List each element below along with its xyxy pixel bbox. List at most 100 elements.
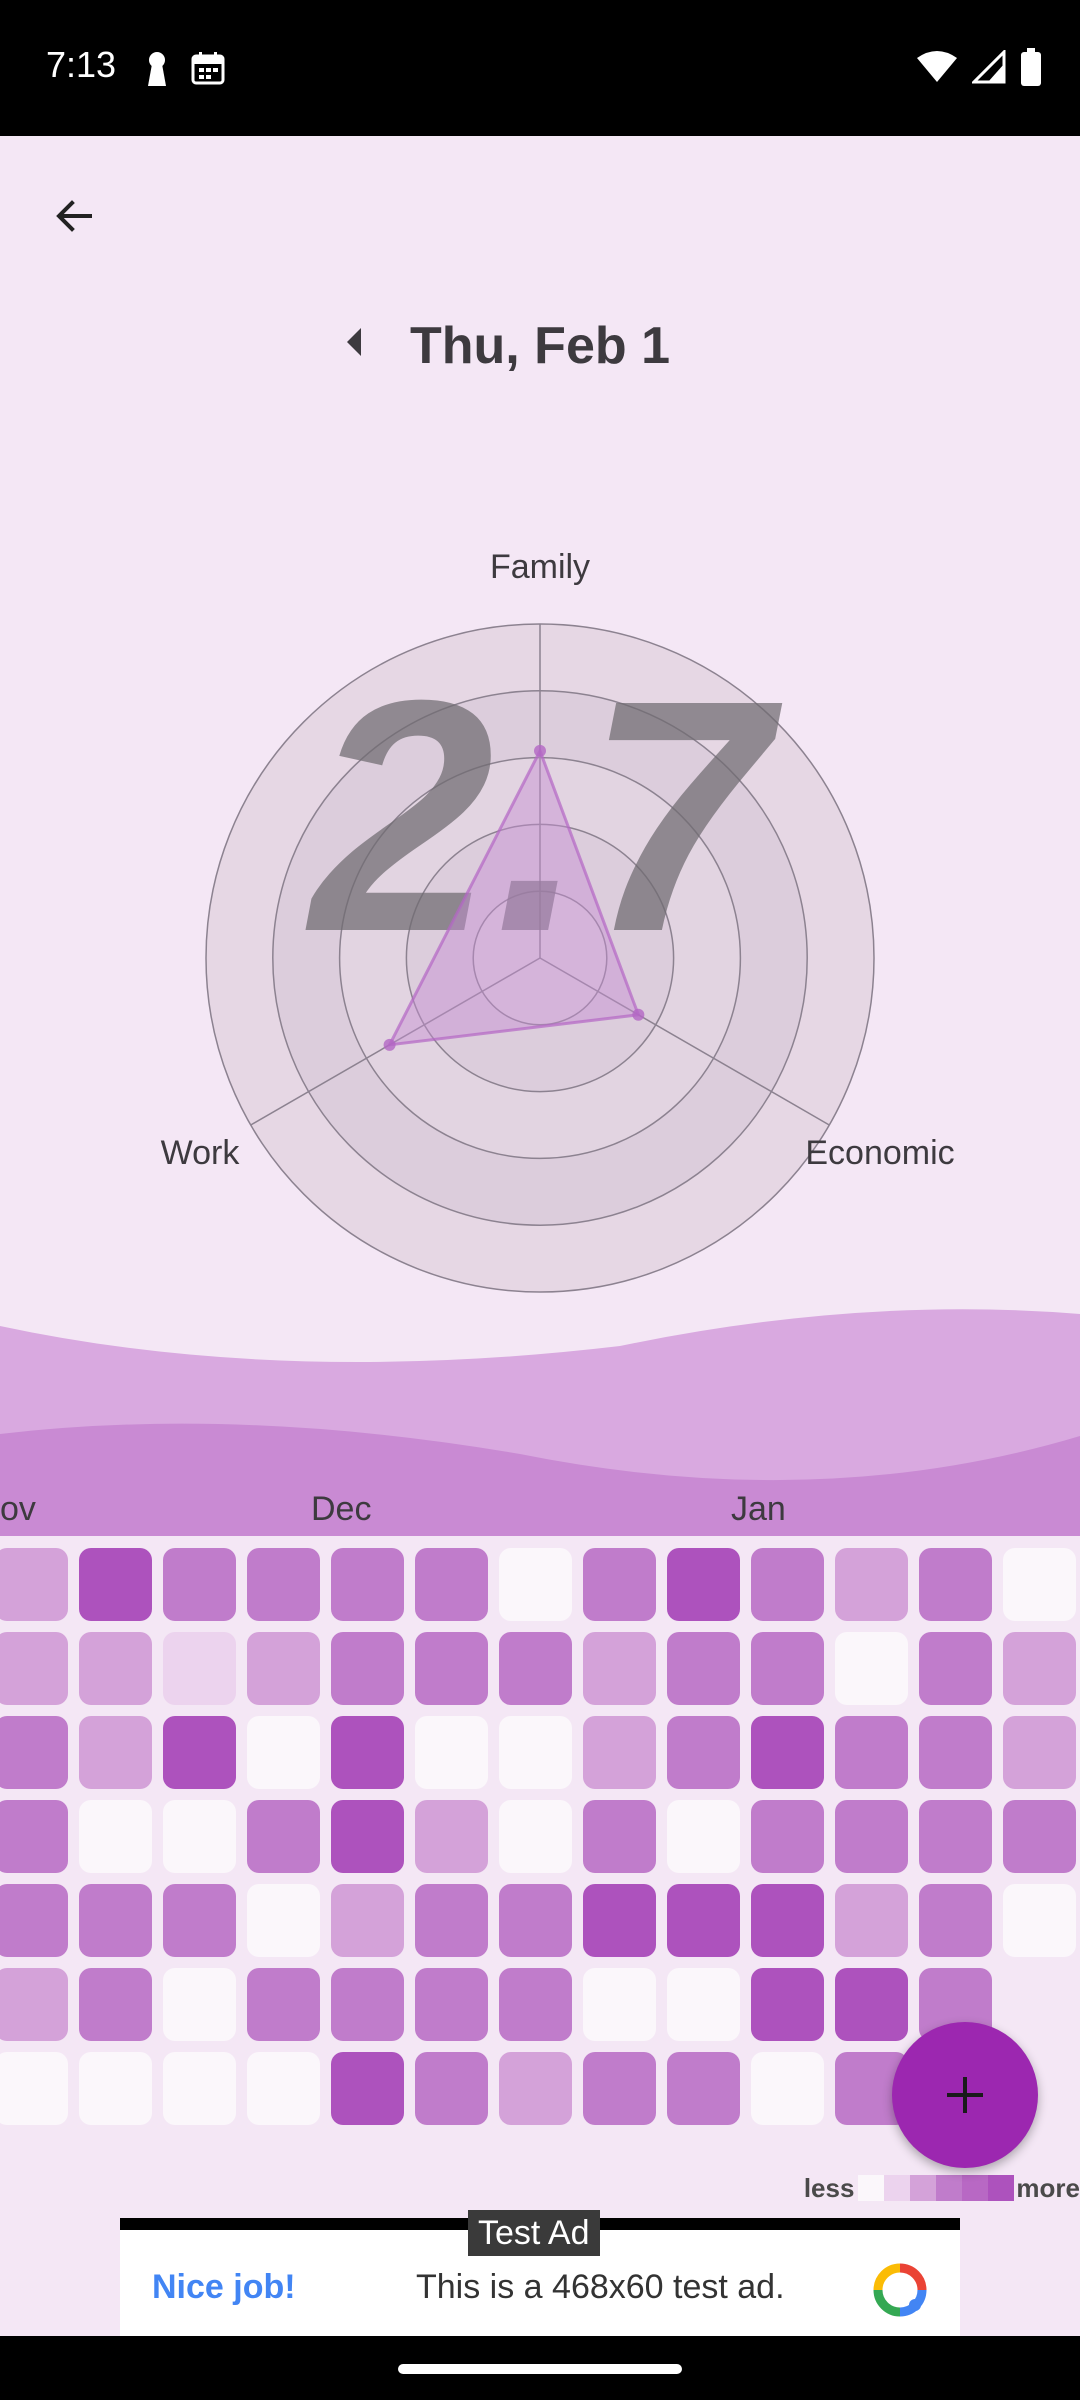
legend-more-label: more [1016, 2172, 1080, 2203]
heatmap-day-cell[interactable] [415, 1548, 488, 1621]
heatmap-day-cell[interactable] [247, 1632, 320, 1705]
heatmap-day-cell[interactable] [79, 1884, 152, 1957]
heatmap-day-cell[interactable] [331, 1800, 404, 1873]
heatmap-day-cell[interactable] [919, 1548, 992, 1621]
heatmap-day-cell[interactable] [247, 1884, 320, 1957]
heatmap-day-cell[interactable] [667, 1716, 740, 1789]
heatmap-day-cell[interactable] [247, 1800, 320, 1873]
heatmap-day-cell[interactable] [583, 1716, 656, 1789]
heatmap-day-cell[interactable] [331, 1716, 404, 1789]
heatmap-day-cell[interactable] [0, 1548, 68, 1621]
heatmap-day-cell[interactable] [0, 1716, 68, 1789]
heatmap-day-cell[interactable] [835, 1800, 908, 1873]
legend-swatch [910, 2175, 937, 2201]
heatmap-day-cell[interactable] [919, 1716, 992, 1789]
heatmap-day-cell[interactable] [1003, 1716, 1076, 1789]
heatmap-day-cell[interactable] [247, 1548, 320, 1621]
heatmap-day-cell[interactable] [415, 1716, 488, 1789]
heatmap-day-cell[interactable] [79, 1632, 152, 1705]
heatmap-day-cell[interactable] [331, 2052, 404, 2125]
heatmap-day-cell[interactable] [163, 1716, 236, 1789]
heatmap-day-cell[interactable] [1003, 1548, 1076, 1621]
heatmap-day-cell[interactable] [667, 2052, 740, 2125]
heatmap-day-cell[interactable] [583, 1632, 656, 1705]
home-gesture-handle[interactable] [398, 2364, 682, 2374]
heatmap-day-cell[interactable] [583, 1884, 656, 1957]
heatmap-day-cell[interactable] [247, 2052, 320, 2125]
heatmap-day-cell[interactable] [163, 2052, 236, 2125]
heatmap-day-cell[interactable] [1003, 1884, 1076, 1957]
heatmap-day-cell[interactable] [79, 1968, 152, 2041]
heatmap-day-cell[interactable] [667, 1800, 740, 1873]
heatmap-day-cell[interactable] [79, 2052, 152, 2125]
heatmap-day-cell[interactable] [0, 1968, 68, 2041]
heatmap-day-cell[interactable] [415, 1968, 488, 2041]
heatmap-day-cell[interactable] [667, 1968, 740, 2041]
heatmap-day-cell[interactable] [163, 1632, 236, 1705]
heatmap-day-cell[interactable] [919, 1800, 992, 1873]
heatmap-day-cell[interactable] [499, 1716, 572, 1789]
heatmap-day-cell[interactable] [1003, 1800, 1076, 1873]
heatmap-day-cell[interactable] [583, 2052, 656, 2125]
legend-swatch [936, 2175, 963, 2201]
heatmap-day-cell[interactable] [835, 1968, 908, 2041]
heatmap-day-cell[interactable] [499, 1968, 572, 2041]
heatmap-day-cell[interactable] [331, 1632, 404, 1705]
current-date: Thu, Feb 1 [410, 317, 670, 375]
heatmap-day-cell[interactable] [331, 1548, 404, 1621]
heatmap-day-cell[interactable] [583, 1800, 656, 1873]
heatmap-day-cell[interactable] [835, 1884, 908, 1957]
heatmap-day-cell[interactable] [247, 1716, 320, 1789]
heatmap-day-cell[interactable] [331, 1884, 404, 1957]
heatmap-day-cell[interactable] [751, 1800, 824, 1873]
heatmap-day-cell[interactable] [79, 1800, 152, 1873]
heatmap-day-cell[interactable] [667, 1632, 740, 1705]
heatmap-day-cell[interactable] [331, 1968, 404, 2041]
heatmap-day-cell[interactable] [163, 1800, 236, 1873]
heatmap-day-cell[interactable] [0, 1632, 68, 1705]
heatmap-day-cell[interactable] [0, 1800, 68, 1873]
calendar-icon [191, 52, 225, 85]
ad-logo-icon [873, 2263, 927, 2317]
test-ad-label: Test Ad [468, 2210, 600, 2256]
heatmap-day-cell[interactable] [835, 1716, 908, 1789]
heatmap-day-cell[interactable] [751, 1632, 824, 1705]
heatmap-day-cell[interactable] [499, 2052, 572, 2125]
heatmap-day-cell[interactable] [835, 1548, 908, 1621]
heatmap-day-cell[interactable] [919, 1632, 992, 1705]
heatmap-day-cell[interactable] [583, 1968, 656, 2041]
heatmap-day-cell[interactable] [163, 1884, 236, 1957]
heatmap-day-cell[interactable] [79, 1548, 152, 1621]
heatmap-day-cell[interactable] [415, 1632, 488, 1705]
heatmap-day-cell[interactable] [667, 1548, 740, 1621]
heatmap-day-cell[interactable] [0, 2052, 68, 2125]
heatmap-day-cell[interactable] [919, 1884, 992, 1957]
heatmap-day-cell[interactable] [583, 1548, 656, 1621]
heatmap-day-cell[interactable] [499, 1800, 572, 1873]
heatmap-day-cell[interactable] [751, 1884, 824, 1957]
heatmap-day-cell[interactable] [499, 1548, 572, 1621]
date-selector: Thu, Feb 1 [0, 306, 1080, 386]
heatmap-day-cell[interactable] [415, 1884, 488, 1957]
heatmap-day-cell[interactable] [751, 1716, 824, 1789]
heatmap-day-cell[interactable] [79, 1716, 152, 1789]
heatmap-day-cell[interactable] [247, 1968, 320, 2041]
heatmap-day-cell[interactable] [0, 1884, 68, 1957]
back-button[interactable] [42, 184, 106, 248]
ad-title: Nice job! [152, 2268, 296, 2306]
radar-point [383, 1038, 396, 1051]
heatmap-day-cell[interactable] [415, 1800, 488, 1873]
add-entry-button[interactable] [892, 2022, 1038, 2168]
heatmap-day-cell[interactable] [163, 1968, 236, 2041]
heatmap-day-cell[interactable] [751, 1968, 824, 2041]
heatmap-day-cell[interactable] [751, 1548, 824, 1621]
heatmap-day-cell[interactable] [1003, 1632, 1076, 1705]
heatmap-day-cell[interactable] [499, 1632, 572, 1705]
heatmap-day-cell[interactable] [415, 2052, 488, 2125]
heatmap-day-cell[interactable] [835, 1632, 908, 1705]
heatmap-day-cell[interactable] [499, 1884, 572, 1957]
previous-day-button[interactable] [330, 318, 378, 366]
heatmap-day-cell[interactable] [751, 2052, 824, 2125]
heatmap-day-cell[interactable] [163, 1548, 236, 1621]
heatmap-day-cell[interactable] [667, 1884, 740, 1957]
